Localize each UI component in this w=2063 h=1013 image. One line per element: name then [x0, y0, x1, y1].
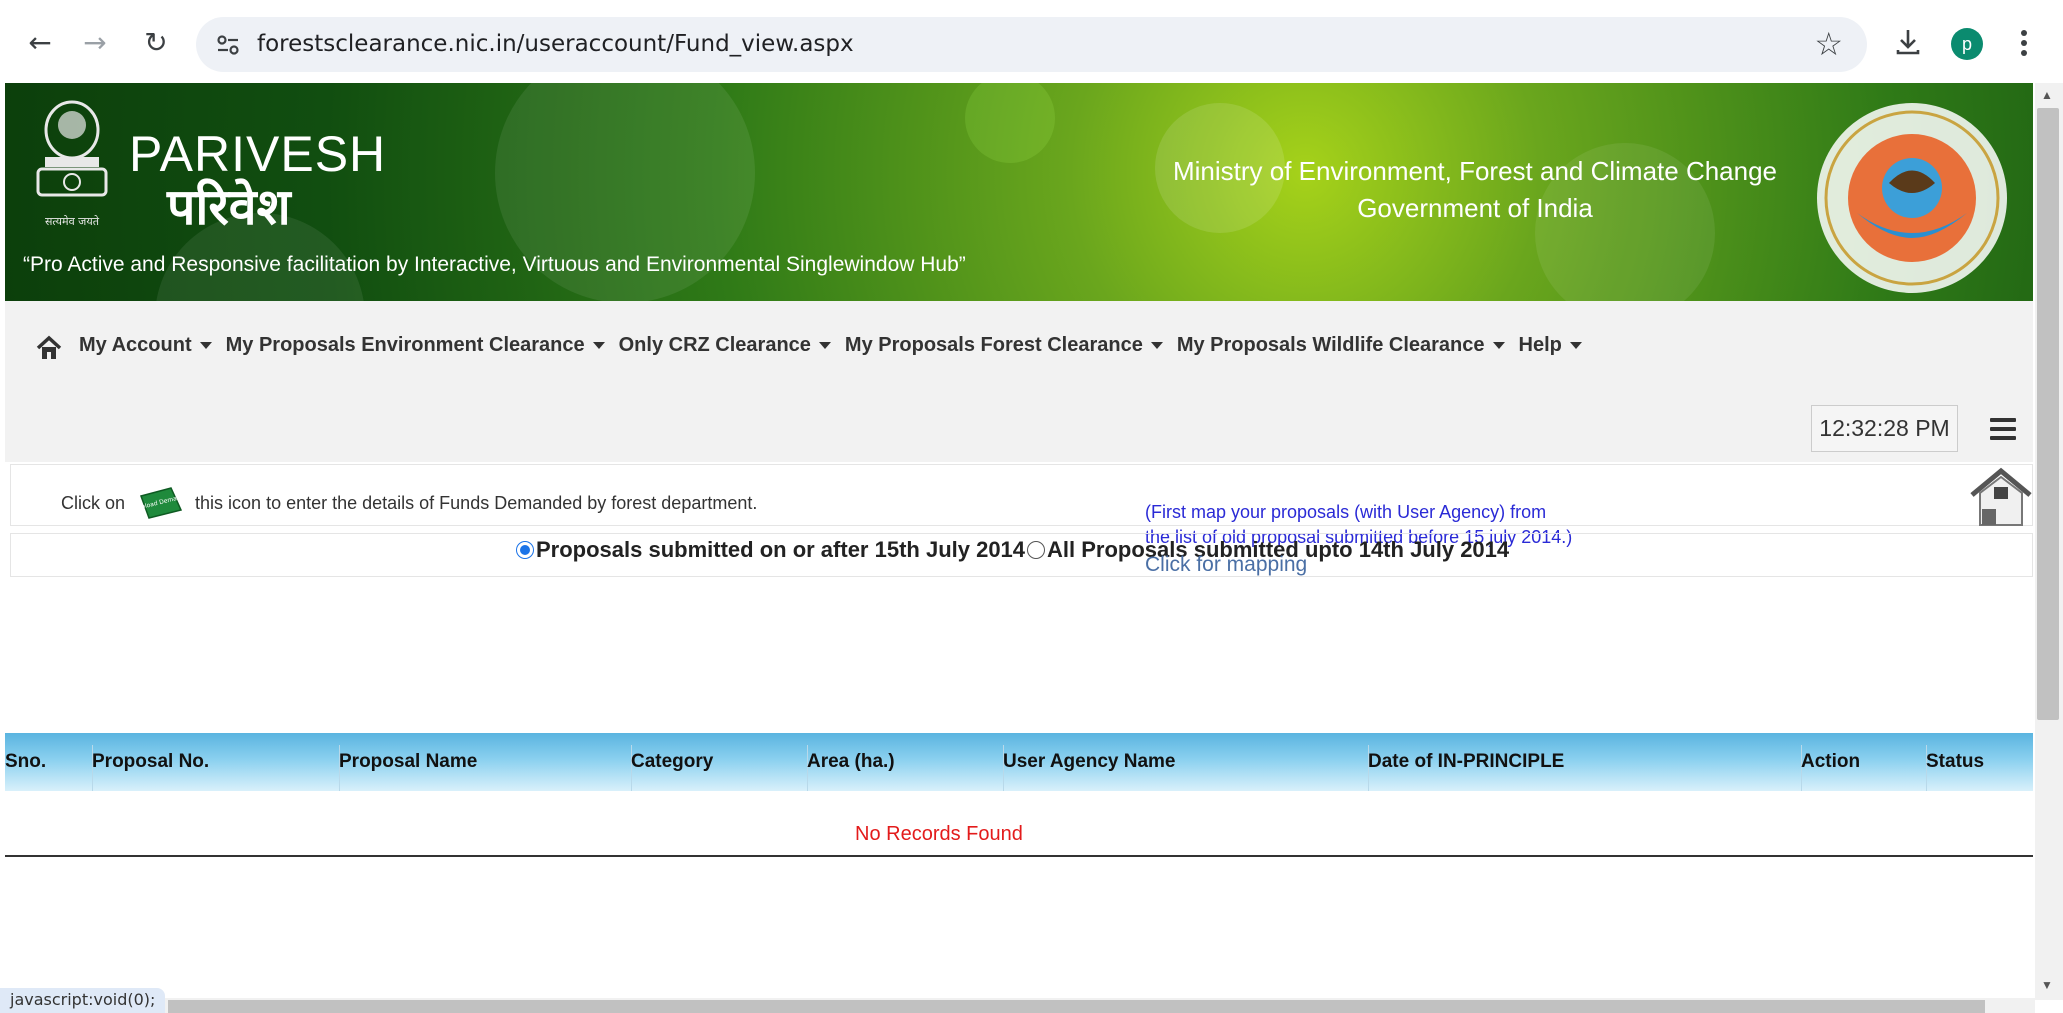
- col-area: Area (ha.): [807, 751, 895, 772]
- horizontal-scroll-thumb[interactable]: [168, 1000, 1985, 1013]
- proposal-filter: Proposals submitted on or after 15th Jul…: [516, 537, 1509, 563]
- clock-display: 12:32:28 PM: [1811, 405, 1958, 452]
- national-emblem-icon: सत्यमेव जयते: [36, 100, 108, 228]
- ministry-title: Ministry of Environment, Forest and Clim…: [1085, 153, 1865, 227]
- scroll-down-arrow-icon[interactable]: ▼: [2041, 978, 2053, 992]
- url-text[interactable]: forestsclearance.nic.in/useraccount/Fund…: [257, 31, 854, 57]
- radio-label-after[interactable]: Proposals submitted on or after 15th Jul…: [536, 537, 1025, 563]
- site-header-banner: सत्यमेव जयते PARIVESH परिवेश “Pro Active…: [5, 83, 2033, 301]
- back-icon[interactable]: ←: [20, 22, 60, 62]
- menu-list: My Account My Proposals Environment Clea…: [79, 334, 1582, 357]
- hamburger-menu-icon[interactable]: [1990, 418, 2016, 440]
- chevron-down-icon: [592, 342, 605, 349]
- chevron-down-icon: [1150, 342, 1163, 349]
- reload-icon[interactable]: ↻: [136, 22, 176, 62]
- home-icon[interactable]: [35, 335, 63, 361]
- table-header: Sno. Proposal No. Proposal Name Category…: [5, 733, 2033, 791]
- address-bar[interactable]: forestsclearance.nic.in/useraccount/Fund…: [196, 17, 1867, 72]
- radio-upto-14-july-2014[interactable]: [1027, 541, 1046, 559]
- menu-help[interactable]: Help: [1519, 334, 1582, 357]
- ministry-line-1: Ministry of Environment, Forest and Clim…: [1172, 156, 1778, 186]
- radio-after-15-july-2014[interactable]: [516, 541, 534, 559]
- tagline: “Pro Active and Responsive facilitation …: [23, 253, 966, 276]
- vertical-scroll-thumb[interactable]: [2037, 108, 2059, 720]
- back-home-icon[interactable]: [1968, 465, 2034, 529]
- scroll-up-arrow-icon[interactable]: ▲: [2041, 88, 2053, 102]
- mapping-note-line-1: (First map your proposals (with User Age…: [1145, 502, 1547, 522]
- menu-environment-clearance[interactable]: My Proposals Environment Clearance: [226, 334, 605, 357]
- chevron-down-icon: [1569, 342, 1582, 349]
- menu-forest-clearance[interactable]: My Proposals Forest Clearance: [845, 334, 1163, 357]
- col-user-agency-name: User Agency Name: [1003, 751, 1176, 772]
- info-description: this icon to enter the details of Funds …: [195, 492, 758, 513]
- brand-name-hindi: परिवेश: [167, 178, 291, 236]
- link-status-bar: javascript:void(0);: [0, 988, 166, 1013]
- table-divider: [5, 855, 2033, 857]
- bookmark-star-icon[interactable]: ☆: [1814, 25, 1843, 63]
- upload-demand-icon[interactable]: Upload Demand: [135, 484, 185, 522]
- forward-icon[interactable]: →: [75, 22, 115, 62]
- col-action: Action: [1801, 751, 1861, 772]
- empty-table-message: No Records Found: [855, 823, 1023, 845]
- profile-avatar[interactable]: p: [1951, 28, 1983, 60]
- menu-crz-clearance[interactable]: Only CRZ Clearance: [619, 334, 831, 357]
- col-proposal-no: Proposal No.: [92, 751, 210, 772]
- ministry-line-2: Government of India: [1357, 193, 1593, 223]
- emblem-caption: सत्यमेव जयते: [45, 215, 100, 228]
- chevron-down-icon: [199, 342, 212, 349]
- browser-toolbar: ← → ↻ forestsclearance.nic.in/useraccoun…: [0, 0, 2063, 83]
- download-icon[interactable]: [1888, 22, 1928, 62]
- col-proposal-name: Proposal Name: [339, 751, 478, 772]
- site-settings-icon[interactable]: [214, 31, 242, 59]
- browser-menu-icon[interactable]: [2014, 25, 2034, 61]
- ministry-logo-icon: [1817, 103, 2007, 293]
- main-navigation: My Account My Proposals Environment Clea…: [5, 301, 2033, 462]
- mapping-link[interactable]: Click for mapping: [1145, 553, 1307, 577]
- col-sno: Sno.: [5, 751, 47, 772]
- chevron-down-icon: [1492, 342, 1505, 349]
- chevron-down-icon: [818, 342, 831, 349]
- menu-my-account[interactable]: My Account: [79, 334, 212, 357]
- col-date-in-principle: Date of IN-PRINCIPLE: [1368, 751, 1565, 772]
- info-click-on: Click on: [61, 492, 126, 513]
- col-category: Category: [631, 751, 714, 772]
- col-status: Status: [1926, 751, 1985, 772]
- info-instruction: Click on Upload Demand this icon to ente…: [61, 484, 757, 522]
- menu-wildlife-clearance[interactable]: My Proposals Wildlife Clearance: [1177, 334, 1505, 357]
